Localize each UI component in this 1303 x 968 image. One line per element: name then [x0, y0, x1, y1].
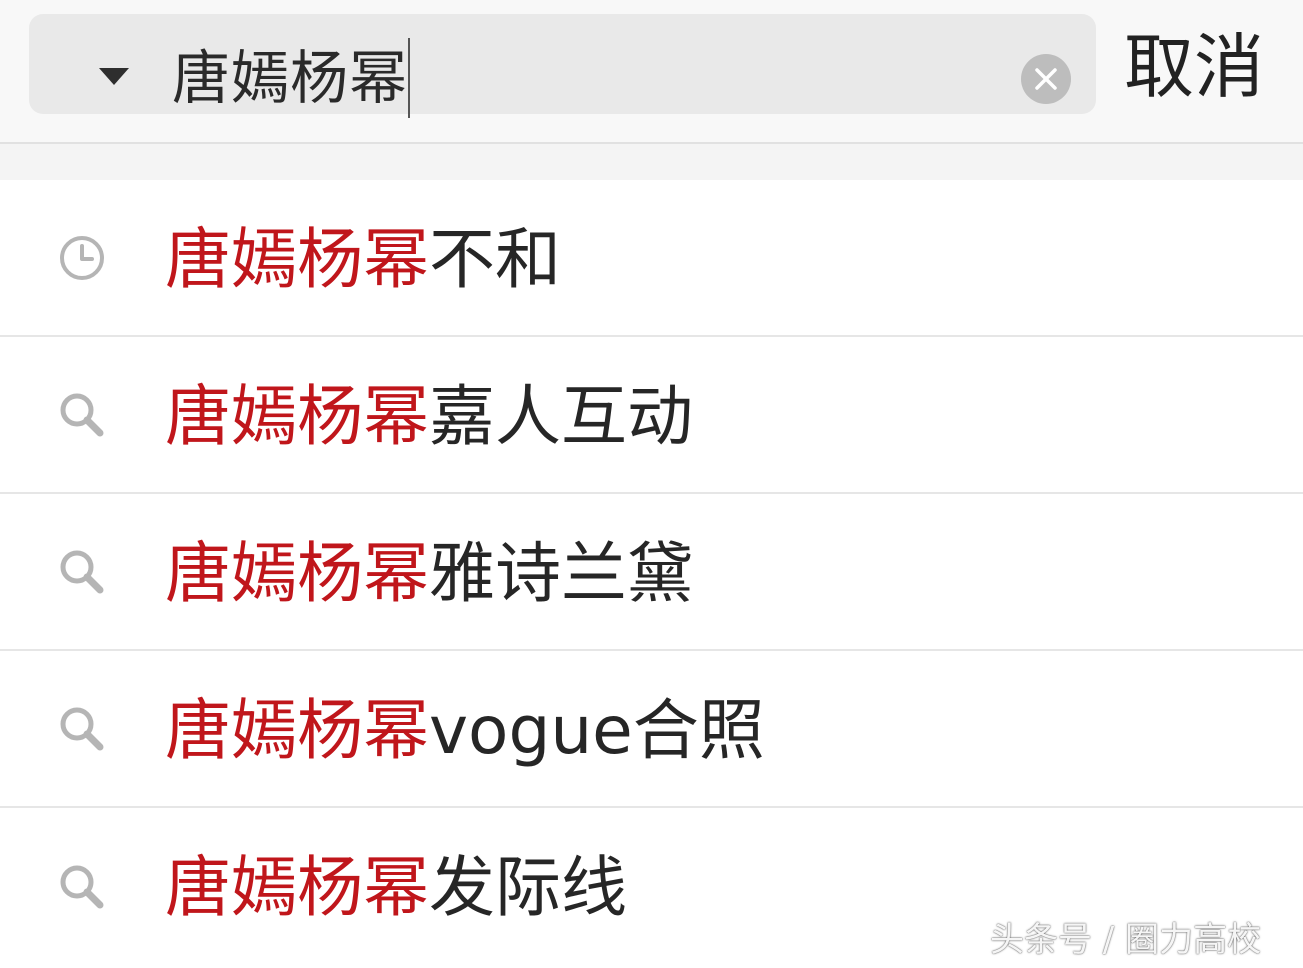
- suggestion-rest: 雅诗兰黛: [429, 535, 693, 612]
- suggestion-item[interactable]: 唐嫣杨幂嘉人互动: [0, 337, 1303, 494]
- suggestion-highlight: 唐嫣杨幂: [165, 221, 429, 298]
- suggestion-list: 唐嫣杨幂不和 唐嫣杨幂嘉人互动 唐嫣杨幂雅诗兰黛 唐嫣杨幂vogue合照 唐嫣杨…: [0, 180, 1303, 965]
- suggestion-item[interactable]: 唐嫣杨幂不和: [0, 180, 1303, 337]
- suggestion-highlight: 唐嫣杨幂: [165, 692, 429, 769]
- suggestion-text: 唐嫣杨幂雅诗兰黛: [165, 494, 693, 651]
- search-icon: [60, 865, 104, 908]
- suggestion-text: 唐嫣杨幂嘉人互动: [165, 337, 693, 494]
- search-icon: [60, 393, 104, 436]
- header-separator: [0, 144, 1303, 180]
- text-cursor: [408, 38, 411, 118]
- watermark: 头条号 / 圈力高校: [990, 920, 1262, 960]
- search-icon: [60, 550, 104, 593]
- close-icon: [1035, 68, 1057, 90]
- clear-button[interactable]: [1021, 54, 1071, 104]
- suggestion-rest: 嘉人互动: [429, 378, 693, 455]
- suggestion-rest: 不和: [429, 221, 561, 298]
- suggestion-text: 唐嫣杨幂不和: [165, 180, 561, 337]
- search-icon: [60, 707, 104, 750]
- suggestion-highlight: 唐嫣杨幂: [165, 849, 429, 926]
- suggestion-rest: 发际线: [429, 849, 627, 926]
- suggestion-text: 唐嫣杨幂发际线: [165, 808, 627, 965]
- suggestion-rest: vogue合照: [429, 692, 765, 769]
- suggestion-item[interactable]: 唐嫣杨幂雅诗兰黛: [0, 494, 1303, 651]
- dropdown-caret-icon[interactable]: [99, 68, 129, 85]
- suggestion-item[interactable]: 唐嫣杨幂vogue合照: [0, 651, 1303, 808]
- suggestion-highlight: 唐嫣杨幂: [165, 535, 429, 612]
- search-header: 唐嫣杨幂 取消: [0, 0, 1303, 144]
- cancel-button[interactable]: 取消: [1124, 22, 1264, 112]
- search-query-text: 唐嫣杨幂: [172, 44, 409, 112]
- search-input[interactable]: 唐嫣杨幂: [172, 38, 411, 118]
- search-box[interactable]: 唐嫣杨幂: [29, 14, 1096, 118]
- suggestion-text: 唐嫣杨幂vogue合照: [165, 651, 765, 808]
- clock-icon: [60, 235, 104, 280]
- suggestion-highlight: 唐嫣杨幂: [165, 378, 429, 455]
